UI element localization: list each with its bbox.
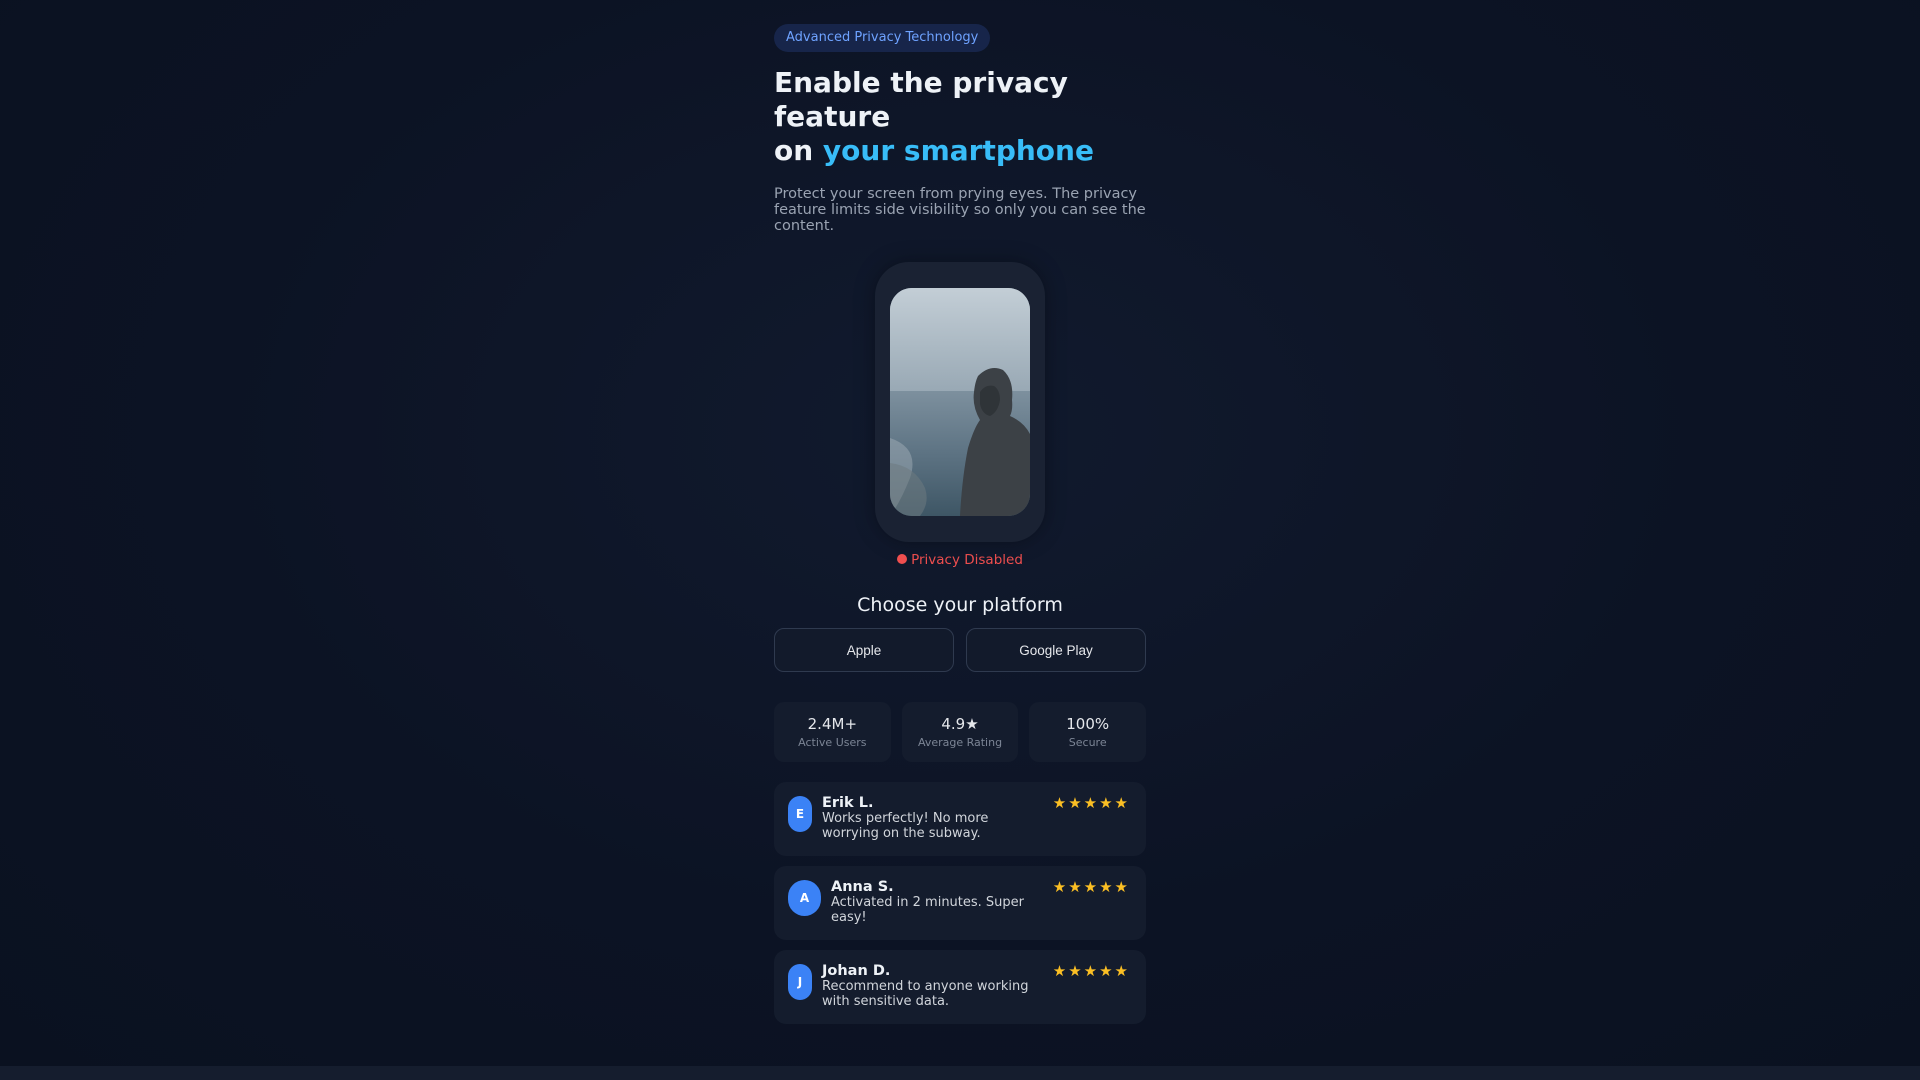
review-body: Erik L. Works perfectly! No more worryin… (822, 795, 1042, 841)
footer-bar (0, 1066, 1920, 1080)
page-title: Enable the privacy feature on your smart… (774, 66, 1146, 168)
stat-value: 100% (1066, 715, 1110, 733)
reviews-list: E Erik L. Works perfectly! No more worry… (774, 782, 1146, 1024)
avatar: E (788, 796, 812, 832)
title-line-1: Enable the privacy feature (774, 66, 1068, 133)
review-text: Recommend to anyone working with sensiti… (822, 979, 1029, 1009)
avatar: A (788, 880, 821, 916)
review-body: Anna S. Activated in 2 minutes. Super ea… (831, 879, 1036, 925)
review-text: Activated in 2 minutes. Super easy! (831, 895, 1025, 925)
platform-buttons: Apple Google Play (774, 628, 1146, 672)
status-dot-icon (897, 554, 908, 564)
reviewer-name: Erik L. (822, 795, 874, 811)
stat-value: 2.4M+ (807, 715, 858, 733)
stat-label: Average Rating (917, 736, 1003, 749)
review-card: E Erik L. Works perfectly! No more worry… (774, 782, 1146, 856)
stat-active-users: 2.4M+ Active Users (774, 702, 891, 762)
phone-mockup (875, 262, 1045, 542)
status-text: Privacy Disabled (911, 552, 1023, 568)
review-card: J Johan D. Recommend to anyone working w… (774, 950, 1146, 1024)
star-rating-icon: ★★★★★ (1052, 794, 1130, 812)
title-accent: your smartphone (822, 134, 1094, 167)
privacy-badge: Advanced Privacy Technology (774, 24, 991, 52)
review-body: Johan D. Recommend to anyone working wit… (822, 963, 1042, 1009)
star-rating-icon: ★★★★★ (1052, 878, 1130, 896)
description: Protect your screen from prying eyes. Th… (774, 186, 1146, 234)
google-play-button[interactable]: Google Play (966, 628, 1146, 672)
star-rating-icon: ★★★★★ (1052, 962, 1130, 980)
phone-screen-image (890, 288, 1030, 516)
reviewer-name: Anna S. (831, 879, 894, 895)
review-card: A Anna S. Activated in 2 minutes. Super … (774, 866, 1146, 940)
apple-button[interactable]: Apple (774, 628, 954, 672)
platform-heading: Choose your platform (857, 594, 1063, 616)
avatar: J (788, 964, 812, 1000)
stat-value: 4.9★ (941, 715, 979, 733)
main-content: Advanced Privacy Technology Enable the p… (774, 24, 1147, 1034)
title-prefix: on (774, 134, 823, 167)
review-text: Works perfectly! No more worrying on the… (822, 811, 989, 841)
hooded-figure-photo (890, 288, 1030, 516)
stat-label: Active Users (798, 736, 867, 749)
stat-secure: 100% Secure (1029, 702, 1147, 762)
stat-label: Secure (1068, 736, 1107, 749)
phone-preview (774, 262, 1146, 542)
stats-row: 2.4M+ Active Users 4.9★ Average Rating 1… (774, 702, 1147, 762)
reviewer-name: Johan D. (822, 963, 891, 979)
stat-average-rating: 4.9★ Average Rating (901, 702, 1019, 762)
privacy-status: Privacy Disabled (774, 552, 1146, 568)
